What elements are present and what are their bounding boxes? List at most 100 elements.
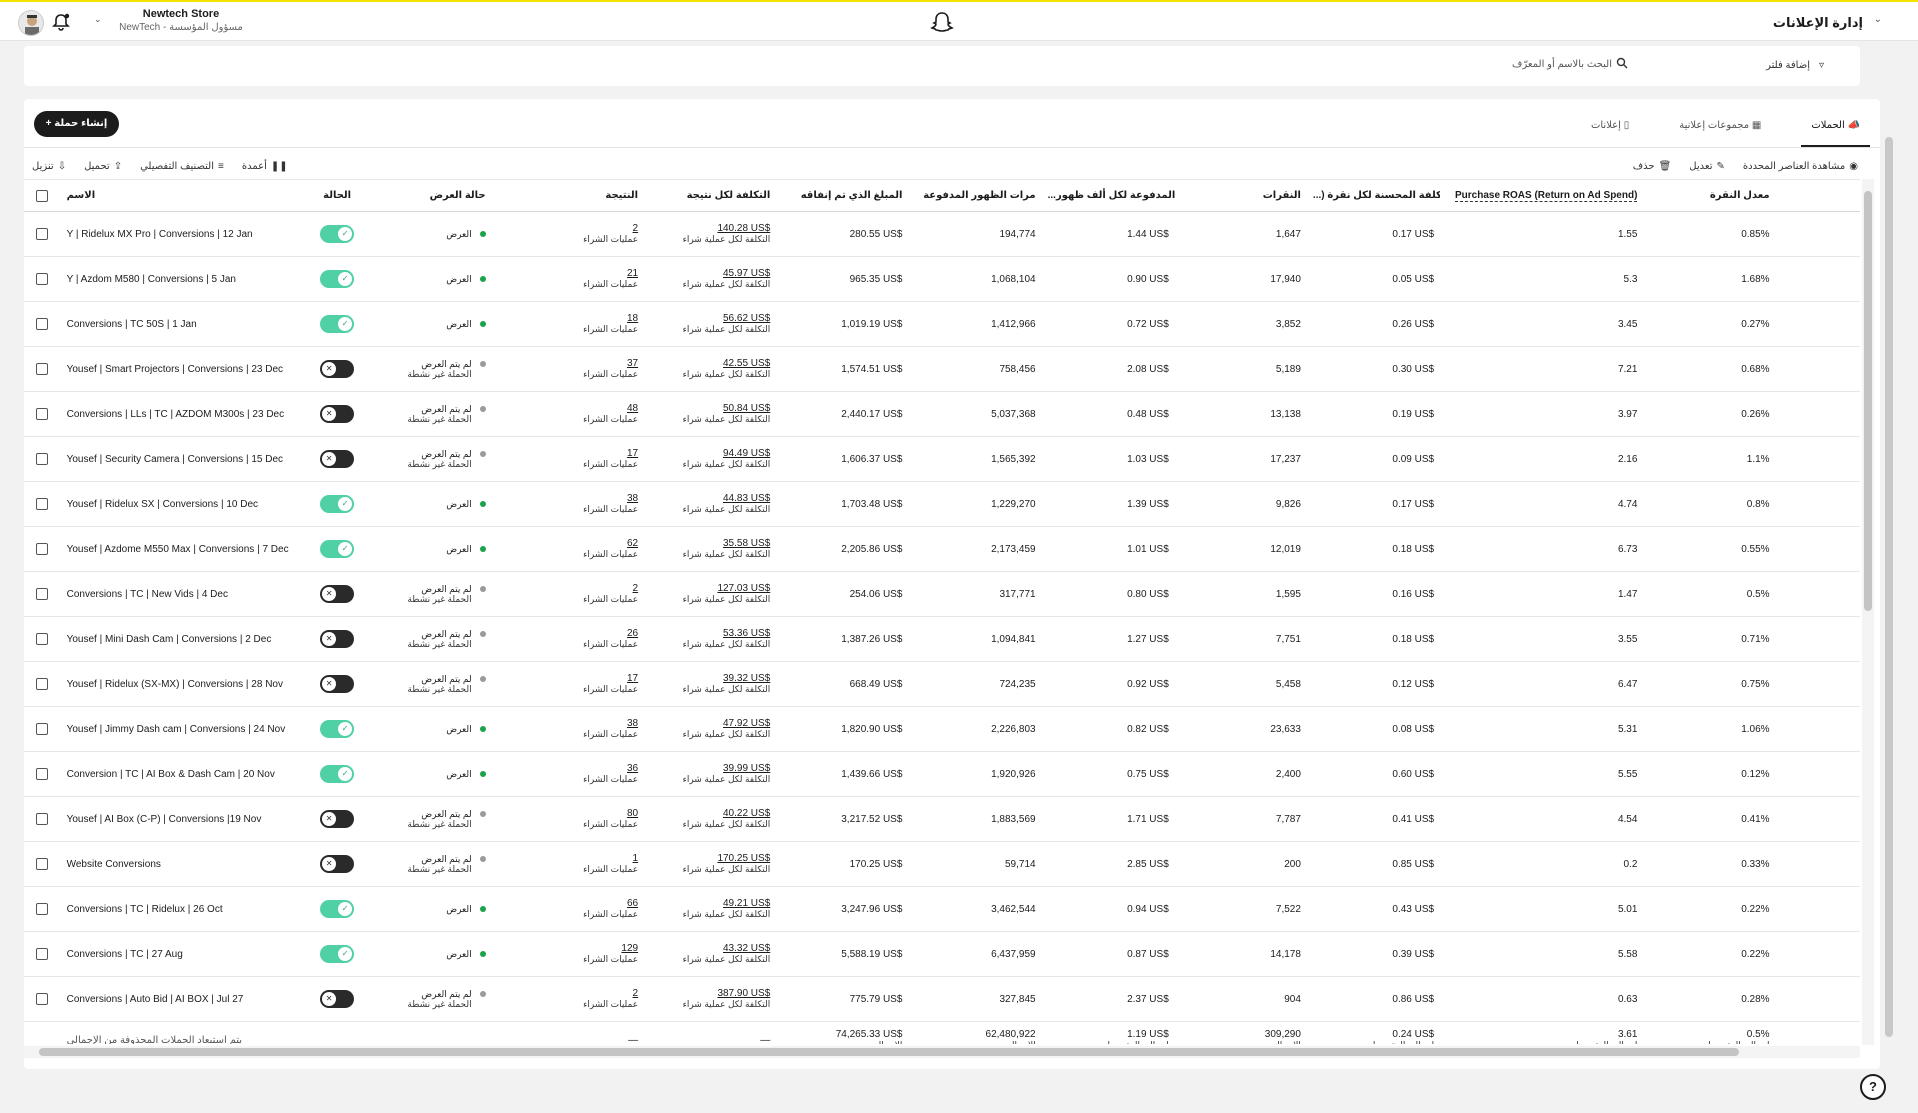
row-checkbox[interactable] (24, 976, 61, 1022)
cost-per-result-value[interactable]: 127.03 US$ (683, 583, 770, 594)
chevron-down-icon[interactable]: ⌄ (1874, 14, 1882, 25)
campaign-name[interactable]: Conversions | LLs | TC | AZDOM M300s | 2… (60, 391, 305, 437)
table-row[interactable]: Conversions | LLs | TC | AZDOM M300s | 2… (24, 391, 1860, 437)
page-scrollbar[interactable] (1884, 45, 1894, 1085)
vertical-scrollbar-thumb[interactable] (1864, 191, 1872, 611)
row-checkbox[interactable] (24, 931, 61, 977)
result-value[interactable]: 2 (583, 223, 639, 234)
row-checkbox[interactable] (24, 481, 61, 527)
select-all-checkbox[interactable] (24, 179, 61, 212)
result-value[interactable]: 62 (583, 538, 638, 549)
table-row[interactable]: Yousef | Security Camera | Conversions |… (24, 436, 1860, 482)
status-toggle[interactable]: ✓ (320, 225, 355, 243)
campaign-name[interactable]: Yousef | Security Camera | Conversions |… (60, 436, 305, 482)
table-row[interactable]: Conversions | TC | New Vids | 4 Dec ✕ لم… (24, 571, 1860, 617)
result-value[interactable]: 17 (583, 673, 638, 684)
status-toggle[interactable]: ✓ (320, 270, 355, 288)
result-value[interactable]: 18 (583, 313, 638, 324)
row-checkbox[interactable] (24, 751, 61, 797)
campaign-name[interactable]: Y | Azdom M580 | Conversions | 5 Jan (60, 256, 305, 302)
result-value[interactable]: 38 (583, 493, 638, 504)
avatar[interactable] (18, 10, 44, 36)
result-value[interactable]: 48 (583, 403, 638, 414)
table-row[interactable]: Website Conversions ✕ لم يتم العرض الحملة… (24, 841, 1860, 887)
vertical-scrollbar[interactable] (1862, 179, 1874, 1045)
status-toggle[interactable]: ✓ (320, 720, 355, 738)
table-row[interactable]: Yousef | Jimmy Dash cam | Conversions | … (24, 706, 1860, 752)
result-value[interactable]: 80 (583, 808, 638, 819)
columns-button[interactable]: ❚❚ أعمدة (242, 161, 288, 172)
cost-per-result-value[interactable]: 35.58 US$ (683, 538, 770, 549)
result-value[interactable]: 38 (583, 718, 638, 729)
col-delivery[interactable]: حالة العرض (369, 179, 492, 212)
cost-per-result-value[interactable]: 94.49 US$ (683, 448, 770, 459)
cost-per-result-value[interactable]: 53.36 US$ (683, 628, 770, 639)
cost-per-result-value[interactable]: 39.99 US$ (683, 763, 770, 774)
breakdown-button[interactable]: ≡ التصنيف التفصيلي (140, 161, 224, 172)
result-value[interactable]: 21 (583, 268, 638, 279)
col-impressions[interactable]: مرات الظهور المدفوعة (908, 179, 1042, 212)
row-checkbox[interactable] (24, 391, 61, 437)
status-toggle[interactable]: ✓ (320, 495, 355, 513)
table-row[interactable]: Conversions | TC | Ridelux | 26 Oct ✓ ال… (24, 886, 1860, 932)
status-toggle[interactable]: ✕ (320, 585, 355, 603)
row-checkbox[interactable] (24, 436, 61, 482)
status-toggle[interactable]: ✓ (320, 765, 355, 783)
status-toggle[interactable]: ✕ (320, 405, 355, 423)
campaign-name[interactable]: Yousef | Smart Projectors | Conversions … (60, 346, 305, 392)
status-toggle[interactable]: ✓ (320, 900, 355, 918)
status-toggle[interactable]: ✕ (320, 675, 355, 693)
row-checkbox[interactable] (24, 616, 61, 662)
search-input[interactable]: البحث بالاسم أو المعرّف (1512, 59, 1612, 70)
horizontal-scrollbar[interactable] (24, 1046, 1860, 1058)
campaign-name[interactable]: Conversions | TC 50S | 1 Jan (60, 301, 305, 347)
table-row[interactable]: Y | Ridelux MX Pro | Conversions | 12 Ja… (24, 211, 1860, 257)
cost-per-result-value[interactable]: 43.32 US$ (683, 943, 770, 954)
cost-per-result-value[interactable]: 50.84 US$ (683, 403, 770, 414)
result-value[interactable]: 17 (583, 448, 638, 459)
table-row[interactable]: Conversion | TC | AI Box & Dash Cam | 20… (24, 751, 1860, 797)
row-checkbox[interactable] (24, 841, 61, 887)
store-switcher[interactable]: Newtech Store مسؤول المؤسسة - NewTech (96, 8, 266, 33)
cost-per-result-value[interactable]: 387.90 US$ (683, 988, 770, 999)
status-toggle[interactable]: ✕ (320, 450, 355, 468)
cost-per-result-value[interactable]: 170.25 US$ (683, 853, 770, 864)
cost-per-result-value[interactable]: 45.97 US$ (683, 268, 770, 279)
col-cost-per-swipe[interactable]: ...) التكلفة المحسنة لكل نقرة (1306, 179, 1441, 212)
campaign-name[interactable]: Conversion | TC | AI Box & Dash Cam | 20… (60, 751, 305, 797)
table-row[interactable]: Conversions | Auto Bid | AI BOX | Jul 27… (24, 976, 1860, 1022)
cost-per-result-value[interactable]: 42.55 US$ (683, 358, 770, 369)
help-button[interactable]: ? (1860, 1074, 1886, 1100)
campaign-name[interactable]: Conversions | TC | Ridelux | 26 Oct (60, 886, 305, 932)
table-row[interactable]: Yousef | Ridelux (SX-MX) | Conversions |… (24, 661, 1860, 707)
result-value[interactable]: 36 (583, 763, 638, 774)
result-value[interactable]: 2 (583, 988, 639, 999)
add-filter-button[interactable]: إضافة فلتر (1766, 60, 1810, 71)
status-toggle[interactable]: ✓ (320, 945, 355, 963)
status-toggle[interactable]: ✓ (320, 540, 355, 558)
campaign-name[interactable]: Yousef | Ridelux SX | Conversions | 10 D… (60, 481, 305, 527)
status-toggle[interactable]: ✓ (320, 315, 355, 333)
tab-campaigns[interactable]: 📣 الحملات (1801, 109, 1870, 147)
col-ctr[interactable]: معدل النقرة (1643, 179, 1776, 212)
table-row[interactable]: Conversions | TC | 27 Aug ✓ العرض 129 عمل… (24, 931, 1860, 977)
upload-button[interactable]: ⇪ تحميل (84, 161, 122, 172)
bell-icon[interactable] (52, 13, 70, 31)
cost-per-result-value[interactable]: 44.83 US$ (683, 493, 770, 504)
status-toggle[interactable]: ✕ (320, 360, 355, 378)
campaign-name[interactable]: Yousef | Azdome M550 Max | Conversions |… (60, 526, 305, 572)
page-scrollbar-thumb[interactable] (1885, 137, 1893, 1037)
table-row[interactable]: Y | Azdom M580 | Conversions | 5 Jan ✓ ا… (24, 256, 1860, 302)
table-row[interactable]: Yousef | Smart Projectors | Conversions … (24, 346, 1860, 392)
row-checkbox[interactable] (24, 301, 61, 347)
cost-per-result-value[interactable]: 56.62 US$ (683, 313, 770, 324)
col-swipes[interactable]: النقرات (1174, 179, 1307, 212)
result-value[interactable]: 1 (583, 853, 639, 864)
campaign-name[interactable]: Conversions | Auto Bid | AI BOX | Jul 27 (60, 976, 305, 1022)
col-status[interactable]: الحالة (304, 179, 370, 212)
row-checkbox[interactable] (24, 706, 61, 752)
horizontal-scrollbar-thumb[interactable] (39, 1048, 1739, 1056)
col-result[interactable]: النتيجة (491, 179, 645, 212)
campaign-name[interactable]: Y | Ridelux MX Pro | Conversions | 12 Ja… (60, 211, 305, 257)
col-spend[interactable]: المبلغ الذي تم إنفاقه (776, 179, 909, 212)
